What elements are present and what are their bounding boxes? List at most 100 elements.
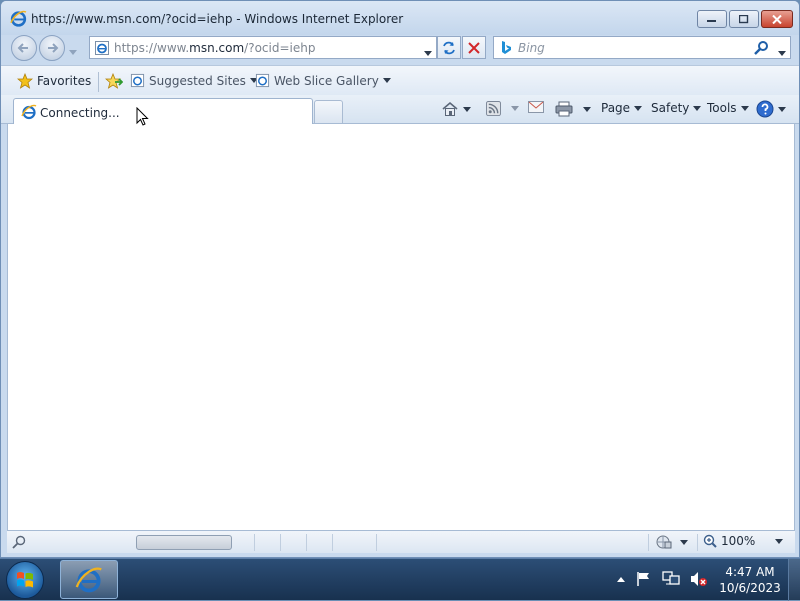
- system-tray: [616, 571, 708, 587]
- suggested-sites-button[interactable]: Suggested Sites: [130, 73, 258, 88]
- show-desktop-button[interactable]: [788, 559, 800, 601]
- address-bar[interactable]: https://www.msn.com/?ocid=iehp: [89, 36, 437, 59]
- chevron-down-icon: [511, 106, 519, 111]
- ie-page-icon: [255, 73, 270, 88]
- add-favorite-star-icon: [105, 73, 123, 89]
- back-button[interactable]: [11, 35, 37, 61]
- taskbar-clock[interactable]: 4:47 AM 10/6/2023: [708, 564, 792, 596]
- search-placeholder: Bing: [518, 41, 545, 55]
- ie-window: https://www.msn.com/?ocid=iehp - Windows…: [0, 0, 800, 558]
- refresh-button[interactable]: [437, 36, 461, 59]
- maximize-icon: [739, 14, 749, 23]
- search-options-dropdown[interactable]: [778, 45, 786, 59]
- magnifier-icon: [12, 535, 26, 549]
- address-suffix: /?ocid=iehp: [244, 41, 316, 55]
- close-icon: [772, 14, 782, 24]
- zoom-button[interactable]: 100%: [703, 534, 784, 548]
- status-separator: [306, 534, 307, 551]
- printer-icon: [555, 101, 573, 117]
- tab-label: Connecting...: [40, 106, 120, 120]
- volume-muted-icon[interactable]: [690, 571, 708, 587]
- stop-button[interactable]: [462, 36, 486, 59]
- status-separator: [648, 534, 649, 551]
- web-slice-gallery-label: Web Slice Gallery: [274, 73, 379, 88]
- chevron-down-icon: [740, 105, 749, 111]
- chevron-down-icon: [463, 106, 471, 112]
- chevron-down-icon: [69, 50, 77, 55]
- favorites-label: Favorites: [37, 74, 92, 88]
- maximize-button[interactable]: [729, 10, 759, 28]
- close-button[interactable]: [761, 10, 793, 28]
- back-arrow-icon: [17, 43, 28, 53]
- favorites-button[interactable]: Favorites: [17, 73, 91, 89]
- internet-explorer-icon: [21, 104, 37, 120]
- safety-menu-button[interactable]: Safety: [651, 101, 702, 115]
- favorites-separator: [98, 72, 99, 92]
- bing-logo-icon: [502, 41, 511, 54]
- tools-menu-button[interactable]: Tools: [707, 101, 749, 115]
- status-separator: [254, 534, 255, 551]
- caption-buttons: [697, 10, 793, 28]
- clock-time: 4:47 AM: [725, 565, 775, 579]
- chevron-down-icon: [382, 78, 391, 83]
- page-menu-label: Page: [601, 101, 631, 115]
- window-title: https://www.msn.com/?ocid=iehp - Windows…: [31, 12, 404, 26]
- recent-pages-dropdown[interactable]: [69, 44, 77, 58]
- read-mail-button[interactable]: [528, 101, 544, 113]
- help-button[interactable]: [756, 100, 786, 118]
- chevron-down-icon: [778, 51, 786, 56]
- loading-progress-bar: [136, 535, 232, 550]
- address-prefix: https://www.: [114, 41, 190, 55]
- title-bar: https://www.msn.com/?ocid=iehp - Windows…: [1, 1, 799, 35]
- globe-icon: [656, 535, 672, 549]
- favorites-bar: Favorites Suggested Sites Web Slice Gall…: [1, 65, 799, 95]
- page-menu-button[interactable]: Page: [601, 101, 643, 115]
- chevron-down-icon: [680, 539, 688, 545]
- address-text: https://www.msn.com/?ocid=iehp: [114, 41, 315, 55]
- refresh-icon: [443, 41, 455, 54]
- web-slice-gallery-button[interactable]: Web Slice Gallery: [255, 73, 391, 88]
- status-separator: [376, 534, 377, 551]
- search-box[interactable]: Bing: [493, 36, 791, 59]
- page-content-area[interactable]: [7, 124, 795, 530]
- status-separator: [280, 534, 281, 551]
- magnifier-icon[interactable]: [754, 40, 770, 56]
- action-center-flag-icon[interactable]: [636, 571, 652, 587]
- help-icon: [756, 100, 774, 118]
- minimize-button[interactable]: [697, 10, 727, 28]
- new-tab-button[interactable]: [314, 100, 343, 123]
- address-row: https://www.msn.com/?ocid=iehp Bing: [1, 35, 799, 63]
- feeds-button[interactable]: [486, 101, 519, 116]
- home-button[interactable]: [441, 101, 471, 117]
- clock-date: 10/6/2023: [719, 581, 781, 595]
- stop-icon: [468, 41, 480, 54]
- zoom-icon: [703, 534, 717, 548]
- tab-command-row: Connecting... Page Safety Tools: [1, 95, 799, 125]
- ie-page-icon: [130, 73, 145, 88]
- mail-icon: [528, 101, 544, 113]
- favorites-star-icon: [17, 73, 33, 89]
- rss-icon: [486, 101, 501, 116]
- chevron-down-icon: [693, 105, 702, 111]
- forward-arrow-icon: [48, 43, 59, 53]
- start-button[interactable]: [6, 561, 44, 599]
- suggested-sites-label: Suggested Sites: [149, 73, 246, 88]
- internet-explorer-icon: [75, 567, 102, 593]
- status-bar: 100%: [7, 530, 795, 553]
- network-icon[interactable]: [662, 571, 680, 587]
- tab-active[interactable]: Connecting...: [13, 98, 313, 125]
- forward-button[interactable]: [39, 35, 65, 61]
- add-to-favorites-bar-button[interactable]: [105, 73, 123, 89]
- minimize-icon: [707, 20, 716, 22]
- show-hidden-icons-chevron-icon[interactable]: [616, 575, 626, 583]
- chevron-down-icon: [424, 51, 432, 56]
- taskbar-internet-explorer-button[interactable]: [60, 560, 118, 599]
- chevron-down-icon: [778, 106, 786, 112]
- address-dropdown[interactable]: [424, 45, 432, 59]
- chevron-down-icon: [583, 106, 591, 112]
- status-separator: [697, 534, 698, 551]
- status-separator: [332, 534, 333, 551]
- internet-explorer-icon: [10, 10, 27, 27]
- print-button[interactable]: [555, 101, 591, 117]
- protected-mode-button[interactable]: [656, 534, 688, 550]
